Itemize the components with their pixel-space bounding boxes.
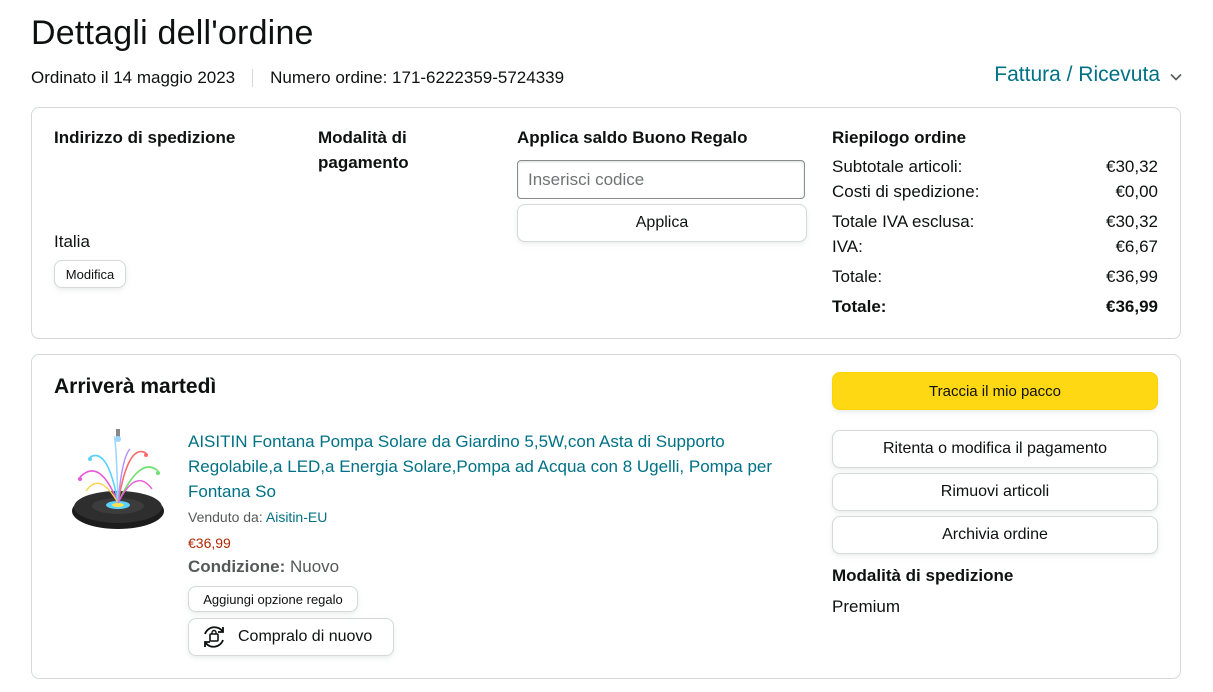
remove-items-button[interactable]: Rimuovi articoli — [832, 473, 1158, 511]
order-info-box: Indirizzo di spedizione Italia Modifica … — [31, 107, 1181, 339]
sold-by: Venduto da: Aisitin-EU — [188, 509, 327, 525]
archive-order-button[interactable]: Archivia ordine — [832, 516, 1158, 554]
shipping-address-heading: Indirizzo di spedizione — [54, 128, 236, 147]
summary-value: €30,32 — [1106, 157, 1158, 176]
invoice-dropdown[interactable]: Fattura / Ricevuta — [994, 63, 1182, 87]
summary-value: €36,99 — [1106, 297, 1158, 316]
buy-again-button[interactable]: Compralo di nuovo — [188, 618, 394, 656]
summary-label: Costi di spedizione: — [832, 182, 980, 201]
summary-row-total: Totale: €36,99 — [832, 267, 1158, 287]
payment-method-heading: Modalità di pagamento — [318, 128, 409, 172]
condition-label: Condizione: — [188, 557, 286, 576]
summary-label: Totale: — [832, 297, 887, 316]
sold-by-label: Venduto da: — [188, 509, 263, 525]
order-summary-heading: Riepilogo ordine — [832, 128, 967, 147]
summary-label: Totale: — [832, 267, 883, 286]
gift-card-heading: Applica saldo Buono Regalo — [517, 128, 748, 147]
delivery-status-heading: Arriverà martedì — [54, 375, 217, 398]
summary-value: €6,67 — [1115, 237, 1158, 256]
summary-label: Subtotale articoli: — [832, 157, 963, 176]
summary-label: Totale IVA esclusa: — [832, 212, 975, 231]
track-package-button[interactable]: Traccia il mio pacco — [832, 372, 1158, 410]
order-meta: Ordinato il 14 maggio 2023 Numero ordine… — [31, 68, 564, 88]
item-price: €36,99 — [188, 535, 231, 551]
order-date: Ordinato il 14 maggio 2023 — [31, 68, 236, 87]
shipping-country: Italia — [54, 232, 90, 251]
shipping-method-value: Premium — [832, 597, 901, 616]
condition-value: Nuovo — [290, 557, 340, 576]
page-title: Dettagli dell'ordine — [31, 14, 314, 52]
shipping-method-heading: Modalità di spedizione — [832, 566, 1014, 585]
invoice-link-label[interactable]: Fattura / Ricevuta — [994, 63, 1160, 87]
summary-row-vat: IVA: €6,67 — [832, 237, 1158, 257]
product-title-link[interactable]: AISITIN Fontana Pompa Solare da Giardino… — [188, 429, 798, 504]
summary-label: IVA: — [832, 237, 863, 256]
summary-row-subtotal: Subtotale articoli: €30,32 — [832, 157, 1158, 177]
reorder-icon — [199, 622, 229, 652]
summary-row-shipping: Costi di spedizione: €0,00 — [832, 182, 1158, 202]
apply-gift-card-button[interactable]: Applica — [517, 204, 807, 242]
edit-address-button[interactable]: Modifica — [54, 260, 126, 288]
summary-row-total-excl-vat: Totale IVA esclusa: €30,32 — [832, 212, 1158, 232]
divider — [252, 69, 254, 87]
seller-link[interactable]: Aisitin-EU — [266, 509, 327, 525]
shipment-box: Arriverà martedì AISITIN Fontana Pompa S… — [31, 354, 1181, 679]
retry-payment-button[interactable]: Ritenta o modifica il pagamento — [832, 430, 1158, 468]
add-gift-option-button[interactable]: Aggiungi opzione regalo — [188, 586, 358, 612]
gift-card-code-input[interactable] — [517, 160, 805, 199]
summary-value: €0,00 — [1115, 182, 1158, 201]
product-image[interactable] — [70, 427, 170, 542]
order-number: Numero ordine: 171-6222359-5724339 — [270, 68, 565, 87]
chevron-down-icon — [1170, 68, 1182, 84]
summary-row-grand-total: Totale: €36,99 — [832, 297, 1158, 317]
item-condition: Condizione: Nuovo — [188, 557, 339, 577]
buy-again-label: Compralo di nuovo — [238, 628, 373, 645]
summary-value: €36,99 — [1106, 267, 1158, 286]
summary-value: €30,32 — [1106, 212, 1158, 231]
